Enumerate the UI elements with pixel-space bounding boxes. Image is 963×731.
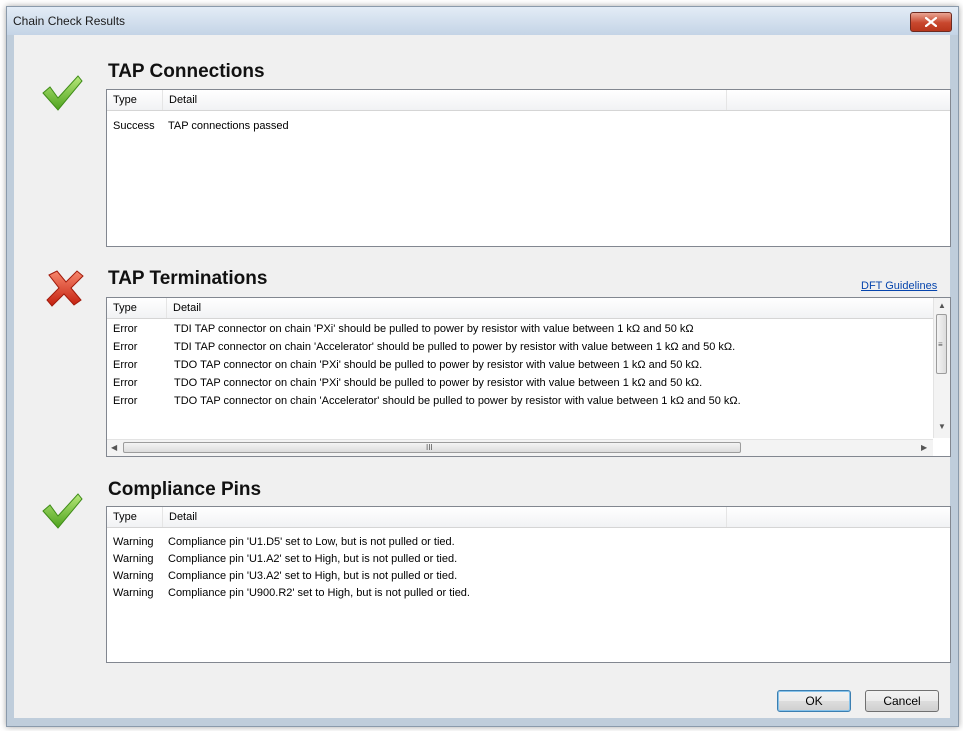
- section-title-tap-terminations: TAP Terminations: [108, 268, 268, 289]
- scroll-right-icon[interactable]: ▶: [921, 443, 927, 452]
- dialog-body: TAP Connections Type Detail Success TAP …: [14, 35, 951, 718]
- row-type: Warning: [113, 587, 154, 599]
- list-header: Type Detail: [107, 90, 950, 111]
- column-header-type[interactable]: Type: [107, 507, 163, 527]
- vertical-scroll-thumb[interactable]: ≡: [936, 314, 947, 374]
- row-type: Warning: [113, 570, 154, 582]
- checkmark-icon: [42, 493, 83, 529]
- horizontal-scroll-thumb[interactable]: III: [123, 442, 741, 453]
- row-detail: Compliance pin 'U1.D5' set to Low, but i…: [168, 536, 455, 548]
- tap-connections-list[interactable]: Type Detail Success TAP connections pass…: [106, 89, 951, 247]
- scroll-down-icon[interactable]: ▼: [938, 422, 946, 431]
- dft-guidelines-link[interactable]: DFT Guidelines: [861, 280, 937, 292]
- close-button[interactable]: [910, 12, 952, 32]
- row-type: Warning: [113, 553, 154, 565]
- red-x-icon: [46, 270, 84, 307]
- title-bar: Chain Check Results: [7, 7, 958, 35]
- section-title-compliance-pins: Compliance Pins: [108, 479, 262, 500]
- scroll-up-icon[interactable]: ▲: [938, 301, 946, 310]
- row-detail: Compliance pin 'U900.R2' set to High, bu…: [168, 587, 470, 599]
- section-title-tap-connections: TAP Connections: [108, 61, 265, 82]
- checkmark-icon: [42, 75, 83, 111]
- row-type: Error: [113, 377, 138, 389]
- column-header-type[interactable]: Type: [107, 298, 167, 318]
- scroll-left-icon[interactable]: ◀: [111, 443, 117, 452]
- column-header-detail[interactable]: Detail: [163, 90, 727, 110]
- row-type: Success: [113, 120, 155, 132]
- row-type: Warning: [113, 536, 154, 548]
- compliance-pins-list[interactable]: Type Detail Warning Compliance pin 'U1.D…: [106, 506, 951, 663]
- grip-icon: III: [426, 443, 433, 452]
- row-type: Error: [113, 341, 138, 353]
- column-header-type[interactable]: Type: [107, 90, 163, 110]
- row-type: Error: [113, 359, 138, 371]
- vertical-scrollbar[interactable]: ▲ ≡ ▼: [933, 298, 950, 438]
- tap-terminations-list[interactable]: Type Detail Error TDI TAP connector on c…: [106, 297, 951, 457]
- ok-button[interactable]: OK: [777, 690, 851, 712]
- column-header-detail[interactable]: Detail: [163, 507, 727, 527]
- row-type: Error: [113, 323, 138, 335]
- row-detail: TAP connections passed: [168, 120, 289, 132]
- chain-check-dialog: Chain Check Results TAP Connections Type…: [6, 6, 959, 727]
- row-detail: TDO TAP connector on chain 'PXi' should …: [174, 359, 703, 371]
- row-detail: TDO TAP connector on chain 'PXi' should …: [174, 377, 703, 389]
- row-detail: TDO TAP connector on chain 'Accelerator'…: [174, 395, 741, 407]
- cancel-button[interactable]: Cancel: [865, 690, 939, 712]
- column-header-detail[interactable]: Detail: [167, 298, 933, 318]
- row-detail: TDI TAP connector on chain 'PXi' should …: [174, 323, 694, 335]
- close-icon: [925, 17, 937, 27]
- row-detail: Compliance pin 'U3.A2' set to High, but …: [168, 570, 458, 582]
- row-type: Error: [113, 395, 138, 407]
- horizontal-scrollbar[interactable]: ◀ III ▶: [107, 439, 933, 456]
- list-header: Type Detail: [107, 507, 950, 528]
- window-title: Chain Check Results: [13, 14, 126, 28]
- row-detail: TDI TAP connector on chain 'Accelerator'…: [174, 341, 736, 353]
- row-detail: Compliance pin 'U1.A2' set to High, but …: [168, 553, 458, 565]
- grip-icon: ≡: [938, 340, 943, 349]
- list-header: Type Detail: [107, 298, 933, 319]
